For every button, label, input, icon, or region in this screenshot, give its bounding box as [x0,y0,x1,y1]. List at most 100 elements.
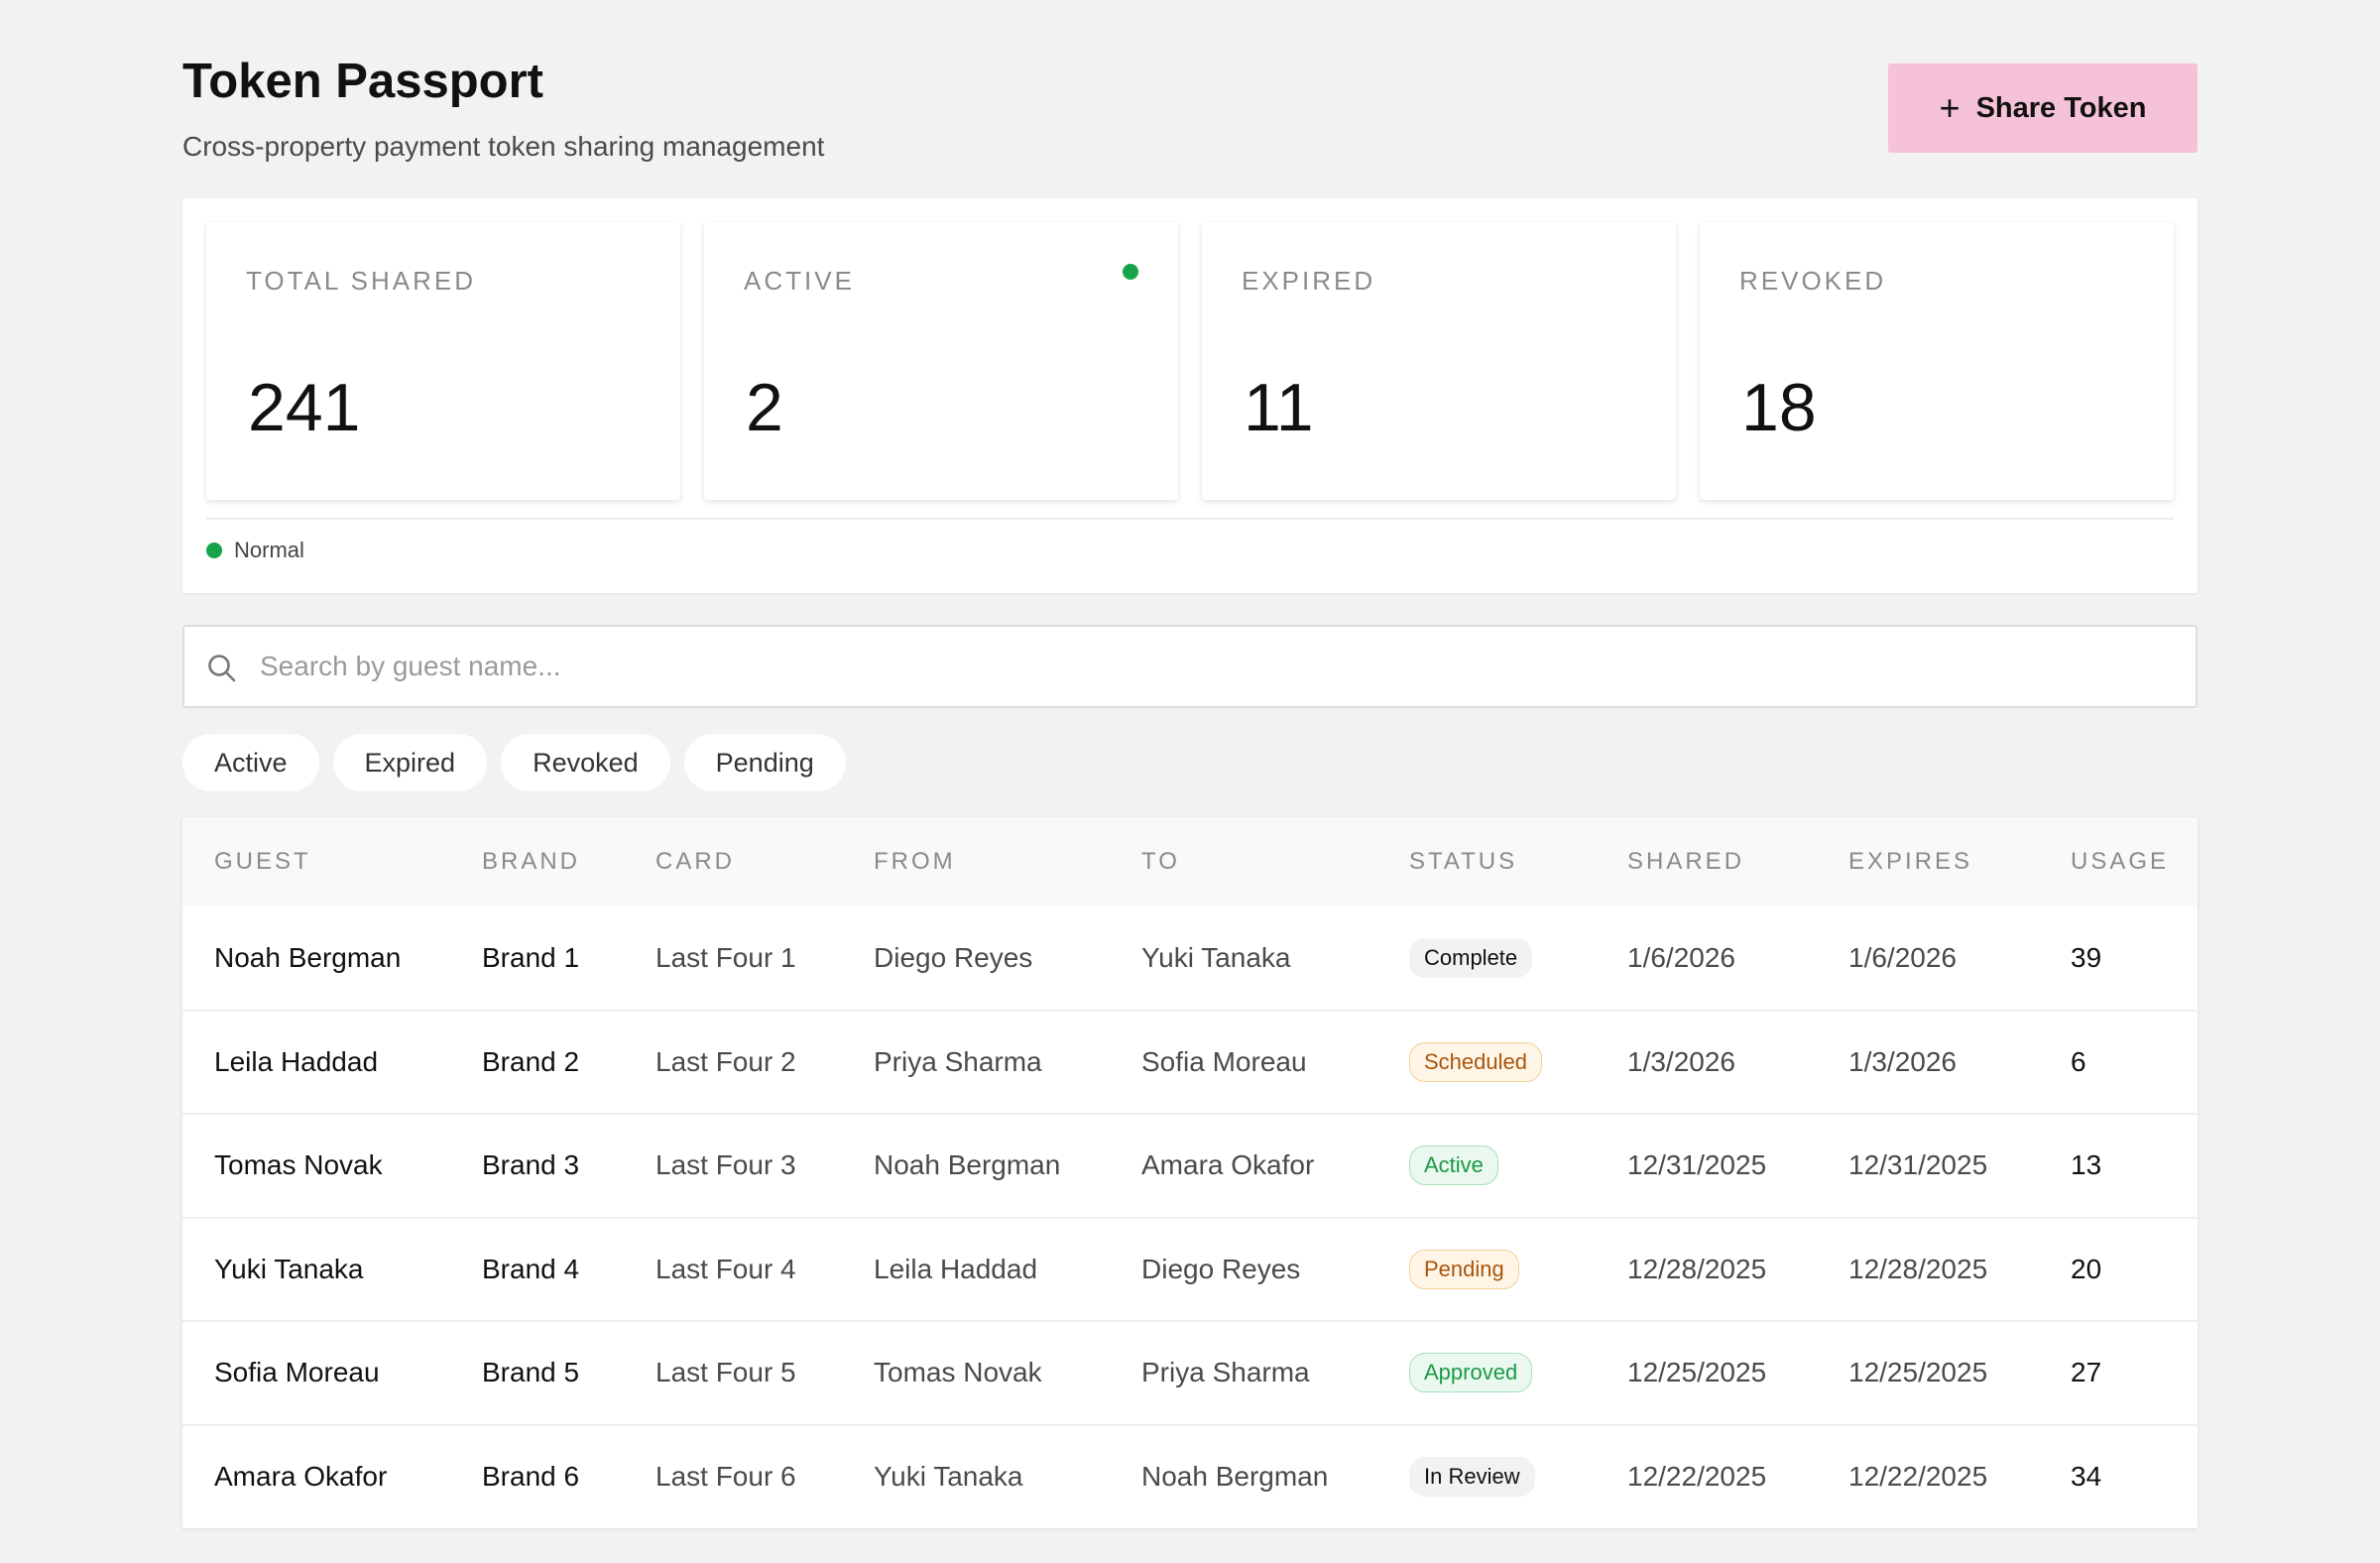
cell-usage: 27 [2071,1357,2102,1388]
stat-value: 241 [248,370,361,445]
cell-brand: Brand 5 [482,1357,580,1388]
cell-status: In Review [1377,1425,1596,1529]
search-bar [182,625,2198,708]
column-header-guest[interactable]: GUEST [182,817,450,906]
cell-status: Complete [1377,906,1596,1011]
status-dot-icon [1123,264,1138,280]
table-row[interactable]: Sofia Moreau Brand 5 Last Four 5 Tomas N… [182,1321,2198,1425]
column-header-status[interactable]: STATUS [1377,817,1596,906]
column-header-from[interactable]: FROM [842,817,1110,906]
cell-brand: Brand 6 [482,1461,580,1493]
cell-guest: Sofia Moreau [214,1357,380,1388]
page-title: Token Passport [182,55,543,108]
cell-usage: 13 [2071,1149,2102,1181]
page-subtitle: Cross-property payment token sharing man… [182,131,825,162]
column-header-brand[interactable]: BRAND [450,817,624,906]
cell-to: Noah Bergman [1141,1461,1329,1493]
column-header-usage[interactable]: USAGE [2039,817,2198,906]
cell-from: Noah Bergman [874,1149,1061,1181]
table-row[interactable]: Noah Bergman Brand 1 Last Four 1 Diego R… [182,906,2198,1011]
page-header: Token Passport Cross-property payment to… [182,52,2198,198]
cell-guest: Yuki Tanaka [214,1253,364,1284]
filter-chips: Active Expired Revoked Pending [182,734,2198,791]
stat-label: REVOKED [1739,266,1887,296]
cell-to: Yuki Tanaka [1141,941,1291,973]
cell-guest: Amara Okafor [214,1461,388,1493]
cell-shared: 12/22/2025 [1627,1461,1767,1493]
stat-value: 11 [1244,370,1314,445]
cell-from: Priya Sharma [874,1045,1042,1077]
filter-chip-active[interactable]: Active [182,734,319,791]
cell-brand: Brand 4 [482,1253,580,1284]
cell-usage: 20 [2071,1253,2102,1284]
cell-card: Last Four 6 [655,1461,796,1493]
cell-usage: 39 [2071,941,2102,973]
divider [206,518,2174,520]
cell-status: Pending [1377,1218,1596,1322]
cell-card: Last Four 4 [655,1253,796,1284]
cell-to: Amara Okafor [1141,1149,1315,1181]
filter-chip-revoked[interactable]: Revoked [501,734,670,791]
table-row[interactable]: Leila Haddad Brand 2 Last Four 2 Priya S… [182,1010,2198,1115]
cell-guest: Noah Bergman [214,941,402,973]
cell-shared: 12/25/2025 [1627,1357,1767,1388]
status-legend: Normal [206,538,304,563]
stat-value: 2 [746,370,783,445]
stat-card-revoked: REVOKED 18 [1700,222,2174,500]
column-header-to[interactable]: TO [1110,817,1377,906]
page: Token Passport Cross-property payment to… [182,52,2198,1528]
legend-dot-icon [206,542,222,558]
table-row[interactable]: Yuki Tanaka Brand 4 Last Four 4 Leila Ha… [182,1217,2198,1322]
cell-expires: 12/28/2025 [1848,1253,1988,1284]
table-row[interactable]: Amara Okafor Brand 6 Last Four 6 Yuki Ta… [182,1424,2198,1529]
cell-status: Scheduled [1377,1011,1596,1115]
status-badge: Complete [1409,937,1533,978]
stat-label: TOTAL SHARED [246,266,477,296]
cell-expires: 12/31/2025 [1848,1149,1988,1181]
cell-status: Approved [1377,1321,1596,1425]
column-header-shared[interactable]: SHARED [1596,817,1817,906]
cell-to: Sofia Moreau [1141,1045,1307,1077]
column-header-expires[interactable]: EXPIRES [1817,817,2039,906]
cell-expires: 1/3/2026 [1848,1045,1957,1077]
share-token-label: Share Token [1975,91,2147,124]
cell-to: Diego Reyes [1141,1253,1301,1284]
stats-row: TOTAL SHARED 241 ACTIVE 2 EXPIRED 11 REV… [206,222,2174,500]
table-row[interactable]: Tomas Novak Brand 3 Last Four 3 Noah Ber… [182,1114,2198,1218]
cell-shared: 1/3/2026 [1627,1045,1735,1077]
cell-expires: 12/25/2025 [1848,1357,1988,1388]
stats-panel: TOTAL SHARED 241 ACTIVE 2 EXPIRED 11 REV… [182,198,2198,593]
status-badge: In Review [1409,1457,1535,1498]
search-input[interactable] [184,627,2196,706]
column-header-card[interactable]: CARD [624,817,842,906]
stat-card-expired: EXPIRED 11 [1202,222,1676,500]
cell-guest: Leila Haddad [214,1045,379,1077]
cell-card: Last Four 5 [655,1357,796,1388]
filter-chip-pending[interactable]: Pending [683,734,846,791]
cell-from: Yuki Tanaka [874,1461,1023,1493]
cell-brand: Brand 3 [482,1149,580,1181]
stat-label: ACTIVE [744,266,855,296]
filter-chip-expired[interactable]: Expired [332,734,488,791]
cell-from: Tomas Novak [874,1357,1042,1388]
cell-card: Last Four 3 [655,1149,796,1181]
status-badge: Pending [1409,1249,1519,1289]
cell-brand: Brand 1 [482,941,580,973]
tokens-table: GUEST BRAND CARD FROM TO STATUS SHARED E… [182,817,2198,1528]
cell-guest: Tomas Novak [214,1149,383,1181]
share-token-button[interactable]: + Share Token [1888,63,2198,153]
cell-from: Diego Reyes [874,941,1033,973]
cell-shared: 12/31/2025 [1627,1149,1767,1181]
search-icon [208,655,236,682]
cell-shared: 1/6/2026 [1627,941,1735,973]
plus-icon: + [1939,87,1961,128]
cell-usage: 34 [2071,1461,2102,1493]
cell-brand: Brand 2 [482,1045,580,1077]
cell-expires: 1/6/2026 [1848,941,1957,973]
status-badge: Approved [1409,1353,1533,1393]
legend-label: Normal [234,538,304,562]
stat-card-active: ACTIVE 2 [704,222,1178,500]
cell-expires: 12/22/2025 [1848,1461,1988,1493]
cell-card: Last Four 2 [655,1045,796,1077]
stat-value: 18 [1741,370,1817,445]
